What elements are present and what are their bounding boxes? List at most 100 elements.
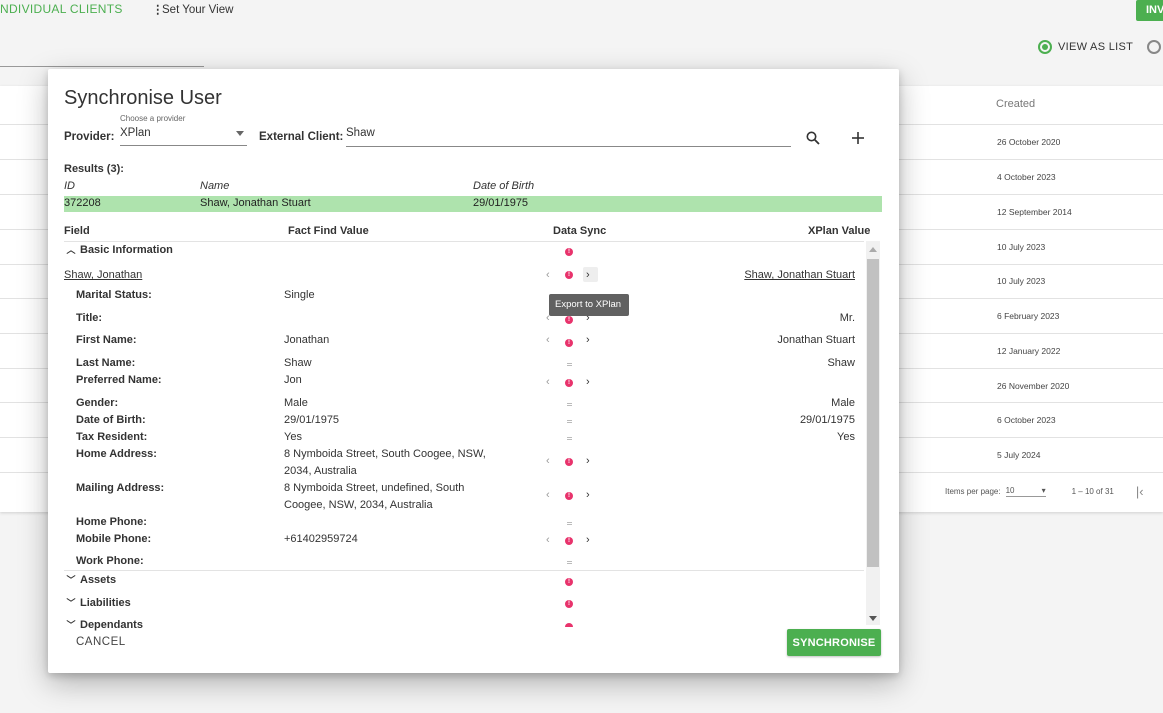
chevron-right-icon[interactable]: › [586, 269, 590, 281]
section-assets[interactable]: ﹀ Assets [66, 573, 116, 586]
dialog-title: Synchronise User [64, 87, 222, 109]
chevron-left-icon[interactable]: ‹ [546, 489, 550, 501]
sync-status-icon: ! [565, 339, 573, 347]
provider-hint: Choose a provider [120, 114, 186, 123]
result-name: Shaw, Jonathan Stuart [200, 197, 311, 209]
chevron-right-icon[interactable]: › [586, 489, 590, 501]
chevron-left-icon[interactable]: ‹ [546, 269, 550, 281]
created-date: 10 July 2023 [997, 276, 1046, 286]
xplan-value: Male [831, 397, 855, 409]
field-label: Tax Resident: [76, 431, 148, 443]
sync-status-icon: ! [565, 537, 573, 545]
chevron-right-icon[interactable]: › [586, 455, 590, 467]
items-per-page-select[interactable]: 10 ▾ [1005, 486, 1046, 497]
tab-individual-clients[interactable]: NDIVIDUAL CLIENTS [0, 2, 123, 16]
provider-select[interactable]: XPlan [120, 127, 247, 146]
set-your-view-button[interactable]: ⋮Set Your View [152, 2, 233, 16]
section-dependants[interactable]: ﹀ Dependants [66, 618, 143, 631]
add-client-button[interactable] [848, 128, 868, 148]
xplan-value: Mr. [839, 312, 855, 324]
items-per-page-value: 10 [1005, 486, 1015, 495]
dropdown-arrow-icon: ▾ [1041, 486, 1046, 495]
fact-find-value: Shaw [284, 357, 312, 369]
created-date: 12 January 2022 [997, 346, 1061, 356]
synchronise-button[interactable]: SYNCHRONISE [787, 629, 881, 656]
sync-status-icon: ! [565, 316, 573, 324]
external-client-label: External Client: [259, 131, 344, 143]
xplan-name-link[interactable]: Shaw, Jonathan Stuart [744, 269, 855, 281]
view-as-list-radio[interactable]: VIEW AS LIST [1038, 40, 1133, 54]
xplan-value: Jonathan Stuart [777, 334, 855, 346]
invite-button[interactable]: INV [1136, 0, 1163, 21]
scrollbar[interactable] [866, 241, 880, 625]
sync-status-icon: ! [565, 600, 573, 608]
result-row-selected[interactable]: 372208 Shaw, Jonathan Stuart 29/01/1975 [64, 196, 882, 212]
xplan-value: Yes [837, 431, 855, 443]
col-fact-find: Fact Find Value [288, 225, 369, 237]
scrollbar-thumb[interactable] [867, 259, 879, 567]
field-label: Title: [76, 312, 103, 324]
chevron-left-icon[interactable]: ‹ [546, 376, 550, 388]
external-client-input[interactable]: Shaw [346, 127, 791, 147]
results-count: Results (3): [64, 163, 124, 175]
chevron-right-icon[interactable]: › [586, 376, 590, 388]
section-label: Dependants [80, 618, 143, 631]
chevron-right-icon[interactable]: › [586, 534, 590, 546]
chevron-left-icon[interactable]: ‹ [546, 334, 550, 346]
result-id: 372208 [64, 197, 101, 209]
created-date: 5 July 2024 [997, 450, 1041, 460]
field-label: Marital Status: [76, 289, 152, 301]
paginator: Items per page: 10 ▾ 1 – 10 of 31 |‹ [945, 484, 1144, 499]
first-page-icon[interactable]: |‹ [1136, 484, 1144, 499]
results-col-id: ID [64, 180, 75, 192]
equal-icon [567, 437, 572, 440]
sync-status-icon: ! [565, 379, 573, 387]
field-label: Preferred Name: [76, 374, 162, 386]
search-button[interactable] [803, 128, 823, 148]
fact-find-value: Male [284, 397, 308, 409]
created-column-header[interactable]: Created [996, 98, 1035, 110]
sync-status-icon: ! [565, 458, 573, 466]
external-client-value: Shaw [346, 127, 375, 139]
chevron-down-icon: ﹀ [66, 598, 76, 608]
sync-status-icon: ! [565, 578, 573, 586]
chevron-left-icon[interactable]: ‹ [546, 534, 550, 546]
synchronise-user-dialog: Synchronise User Provider: Choose a prov… [48, 69, 899, 673]
chevron-right-icon[interactable]: › [586, 334, 590, 346]
field-label: Mobile Phone: [76, 533, 152, 545]
chevron-up-icon: ︿ [66, 245, 76, 255]
equal-icon [567, 403, 572, 406]
chevron-left-icon[interactable]: ‹ [546, 455, 550, 467]
created-date: 12 September 2014 [997, 207, 1072, 217]
fact-find-value: 8 Nymboida Street, undefined, South Coog… [284, 482, 465, 511]
section-basic-information[interactable]: ︿ Basic Information [66, 243, 172, 256]
radio-unchecked-icon [1147, 40, 1161, 54]
scroll-up-icon[interactable] [869, 247, 877, 252]
fact-find-value: +61402959724 [284, 533, 358, 545]
fact-find-value: 8 Nymboida Street, South Coogee, NSW, 20… [284, 448, 486, 477]
view-alt-radio[interactable] [1147, 40, 1161, 57]
field-label: Home Address: [76, 448, 157, 460]
dropdown-arrow-icon [236, 131, 244, 136]
client-name-link[interactable]: Shaw, Jonathan [64, 269, 142, 281]
export-tooltip: Export to XPlan [549, 294, 629, 316]
result-dob: 29/01/1975 [473, 197, 529, 209]
created-date: 4 October 2023 [997, 172, 1056, 182]
section-liabilities[interactable]: ﹀ Liabilities [66, 596, 130, 609]
created-date: 10 July 2023 [997, 242, 1046, 252]
col-xplan: XPlan Value [808, 225, 871, 237]
header-divider [64, 241, 864, 242]
equal-icon [567, 522, 572, 525]
scroll-down-icon[interactable] [869, 616, 877, 621]
created-date: 26 October 2020 [997, 137, 1061, 147]
plus-icon [852, 132, 864, 144]
fact-find-value: Single [284, 289, 315, 301]
col-field: Field [64, 225, 90, 237]
fact-find-value: 29/01/1975 [284, 414, 340, 426]
fact-find-value: Jonathan [284, 334, 330, 346]
search-icon [806, 131, 820, 145]
cancel-button[interactable]: CANCEL [76, 636, 126, 648]
view-as-list-label: VIEW AS LIST [1058, 41, 1134, 53]
fact-find-value: Jon [284, 374, 302, 386]
section-label: Assets [80, 573, 117, 586]
